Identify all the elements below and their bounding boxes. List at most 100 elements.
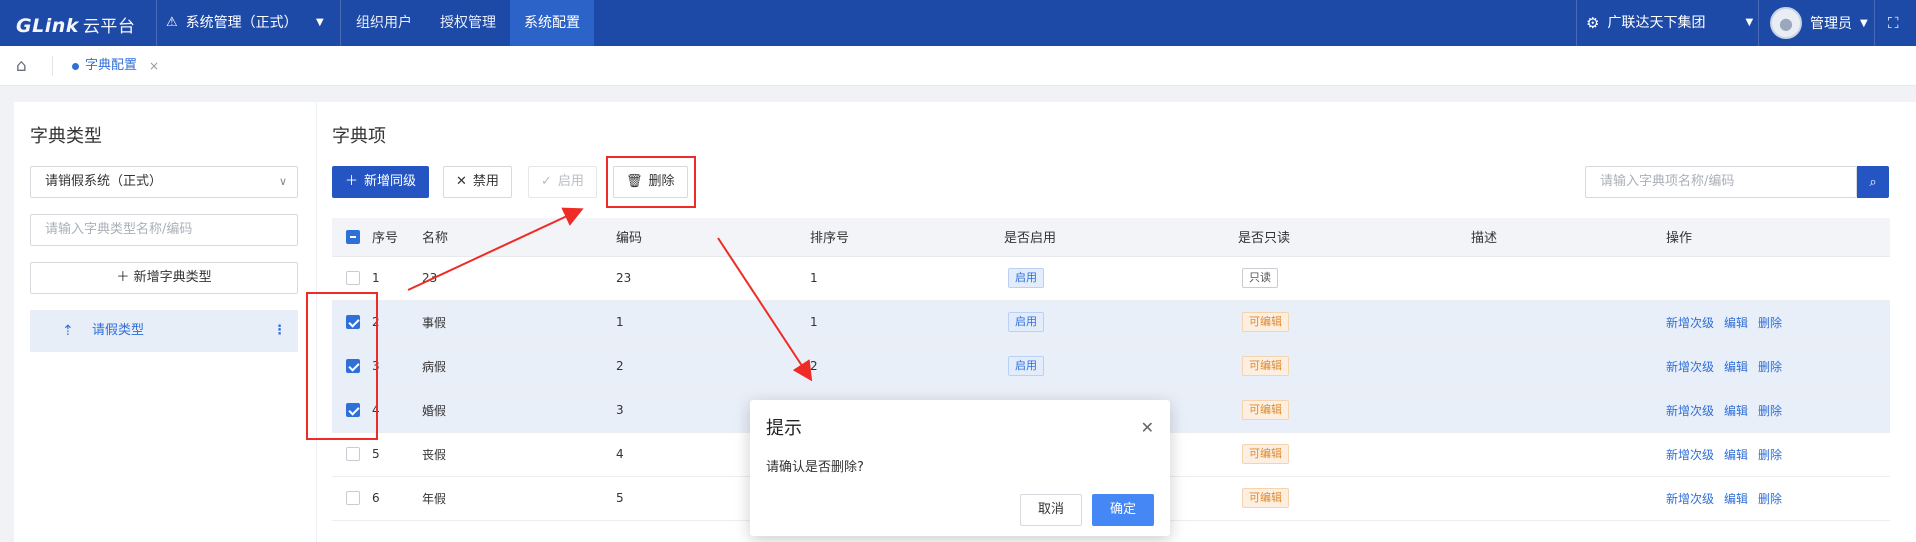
tab-dictionary-config[interactable]: 字典配置 × (72, 46, 159, 86)
edit-link[interactable]: 编辑 (1724, 404, 1748, 418)
panel-title: 字典类型 (30, 126, 102, 147)
more-icon[interactable]: ⋮ (273, 310, 286, 352)
system-selector[interactable]: ⚠ 系统管理（正式） ▼ (166, 0, 324, 46)
cell-name: 病假 (422, 344, 616, 389)
add-child-link[interactable]: 新增次级 (1666, 360, 1714, 374)
edit-link[interactable]: 编辑 (1724, 316, 1748, 330)
delete-link[interactable]: 删除 (1758, 360, 1782, 374)
cell-name: 年假 (422, 476, 616, 521)
add-child-link[interactable]: 新增次级 (1666, 404, 1714, 418)
cell-no: 4 (372, 388, 422, 433)
cell-desc (1471, 300, 1666, 345)
search-button[interactable]: ⌕ (1857, 166, 1889, 198)
add-child-link[interactable]: 新增次级 (1666, 492, 1714, 506)
divider (1874, 0, 1875, 46)
confirm-dialog: 提示 ✕ 请确认是否删除? 取消 确定 (750, 400, 1170, 536)
cell-desc (1471, 344, 1666, 389)
chevron-down-icon: ▼ (1745, 17, 1754, 28)
user-name: 管理员 (1810, 16, 1852, 32)
add-child-link[interactable]: 新增次级 (1666, 316, 1714, 330)
cell-name: 事假 (422, 300, 616, 345)
check-icon: ✓ (541, 174, 552, 189)
add-sibling-button[interactable]: ＋ 新增同级 (332, 166, 430, 198)
enable-button[interactable]: ✓ 启用 (528, 166, 597, 198)
plus-icon: ＋ (116, 270, 134, 285)
edit-link[interactable]: 编辑 (1724, 448, 1748, 462)
cell-sort: 2 (810, 344, 1004, 389)
cell-name: 丧假 (422, 432, 616, 477)
chevron-down-icon: ▼ (1860, 17, 1868, 29)
app-logo[interactable]: GLink 云平台 (16, 12, 135, 37)
main-nav: 组织用户 授权管理 系统配置 (342, 0, 594, 46)
dialog-title: 提示 (766, 418, 802, 439)
system-icon: ⚠ (166, 15, 178, 30)
editable-tag: 可编辑 (1242, 444, 1289, 464)
cell-code: 2 (616, 344, 810, 389)
org-icon: ⚙ (1586, 14, 1600, 32)
column-header: 名称 (422, 218, 616, 257)
cell-desc (1471, 388, 1666, 433)
close-icon[interactable]: × (149, 46, 159, 86)
dictionary-type-panel: 字典类型 请销假系统（正式） ∨ 请输入字典类型名称/编码 ＋ 新增字典类型 ⇡… (14, 102, 316, 542)
plus-icon: ＋ (345, 174, 359, 189)
user-menu[interactable]: ● 管理员 ▼ (1770, 0, 1868, 46)
delete-link[interactable]: 删除 (1758, 492, 1782, 506)
type-search-input[interactable]: 请输入字典类型名称/编码 (30, 214, 298, 246)
cancel-button[interactable]: 取消 (1020, 494, 1082, 526)
readonly-tag: 只读 (1242, 268, 1278, 288)
org-selector[interactable]: ⚙ 广联达天下集团 ▼ (1586, 0, 1753, 46)
row-checkbox[interactable] (346, 447, 360, 462)
cell-name: 23 (422, 256, 616, 301)
delete-link[interactable]: 删除 (1758, 316, 1782, 330)
table-row[interactable]: 3 病假 2 2 启用 可编辑 新增次级 编辑 删除 (332, 344, 1890, 389)
annotation-box-delete (606, 156, 696, 208)
enabled-tag: 启用 (1008, 312, 1044, 332)
nav-item-system-config[interactable]: 系统配置 (510, 0, 594, 46)
item-search-input[interactable]: 请输入字典项名称/编码 (1585, 166, 1857, 198)
cell-no: 5 (372, 432, 422, 477)
table-header-row: 序号 名称 编码 排序号 是否启用 是否只读 描述 操作 (332, 218, 1890, 257)
select-all-checkbox[interactable] (346, 229, 360, 244)
row-checkbox[interactable] (346, 491, 360, 506)
cell-code: 1 (616, 300, 810, 345)
button-label: 禁用 (472, 174, 499, 189)
org-label: 广联达天下集团 (1607, 15, 1706, 31)
annotation-box-checkboxes (306, 292, 378, 440)
system-select[interactable]: 请销假系统（正式） ∨ (30, 166, 298, 198)
fullscreen-icon[interactable]: ⛶ (1888, 14, 1899, 32)
button-label: 新增字典类型 (133, 270, 212, 285)
cell-name: 婚假 (422, 388, 616, 433)
confirm-button[interactable]: 确定 (1092, 494, 1154, 526)
table-row[interactable]: 1 23 23 1 启用 只读 (332, 256, 1890, 301)
disable-button[interactable]: ✕ 禁用 (443, 166, 512, 198)
select-value: 请销假系统（正式） (45, 174, 163, 189)
logo-text: GLink (16, 15, 79, 37)
close-icon[interactable]: ✕ (1141, 418, 1154, 437)
dialog-message: 请确认是否删除? (766, 460, 864, 475)
row-checkbox[interactable] (346, 271, 360, 286)
nav-item-org-users[interactable]: 组织用户 (342, 0, 426, 46)
tree-item-leave-type[interactable]: ⇡ 请假类型 ⋮ (30, 310, 298, 352)
home-icon[interactable]: ⌂ (16, 56, 27, 76)
delete-link[interactable]: 删除 (1758, 404, 1782, 418)
delete-link[interactable]: 删除 (1758, 448, 1782, 462)
tree-item-label: 请假类型 (92, 323, 145, 338)
column-header: 编码 (616, 218, 810, 257)
cell-code: 23 (616, 256, 810, 301)
edit-link[interactable]: 编辑 (1724, 360, 1748, 374)
cell-actions: 新增次级 编辑 删除 (1666, 300, 1890, 345)
cell-actions: 新增次级 编辑 删除 (1666, 344, 1890, 389)
nav-item-authorization[interactable]: 授权管理 (426, 0, 510, 46)
column-header: 操作 (1666, 218, 1890, 257)
cell-desc (1471, 256, 1666, 301)
enabled-tag: 启用 (1008, 268, 1044, 288)
column-header: 是否启用 (1004, 218, 1238, 257)
add-child-link[interactable]: 新增次级 (1666, 448, 1714, 462)
cell-no: 1 (372, 256, 422, 301)
add-dictionary-type-button[interactable]: ＋ 新增字典类型 (30, 262, 298, 294)
table-row[interactable]: 2 事假 1 1 启用 可编辑 新增次级 编辑 删除 (332, 300, 1890, 345)
avatar: ● (1770, 7, 1802, 39)
edit-link[interactable]: 编辑 (1724, 492, 1748, 506)
tab-strip: ⌂ 字典配置 × (0, 46, 1916, 86)
editable-tag: 可编辑 (1242, 488, 1289, 508)
